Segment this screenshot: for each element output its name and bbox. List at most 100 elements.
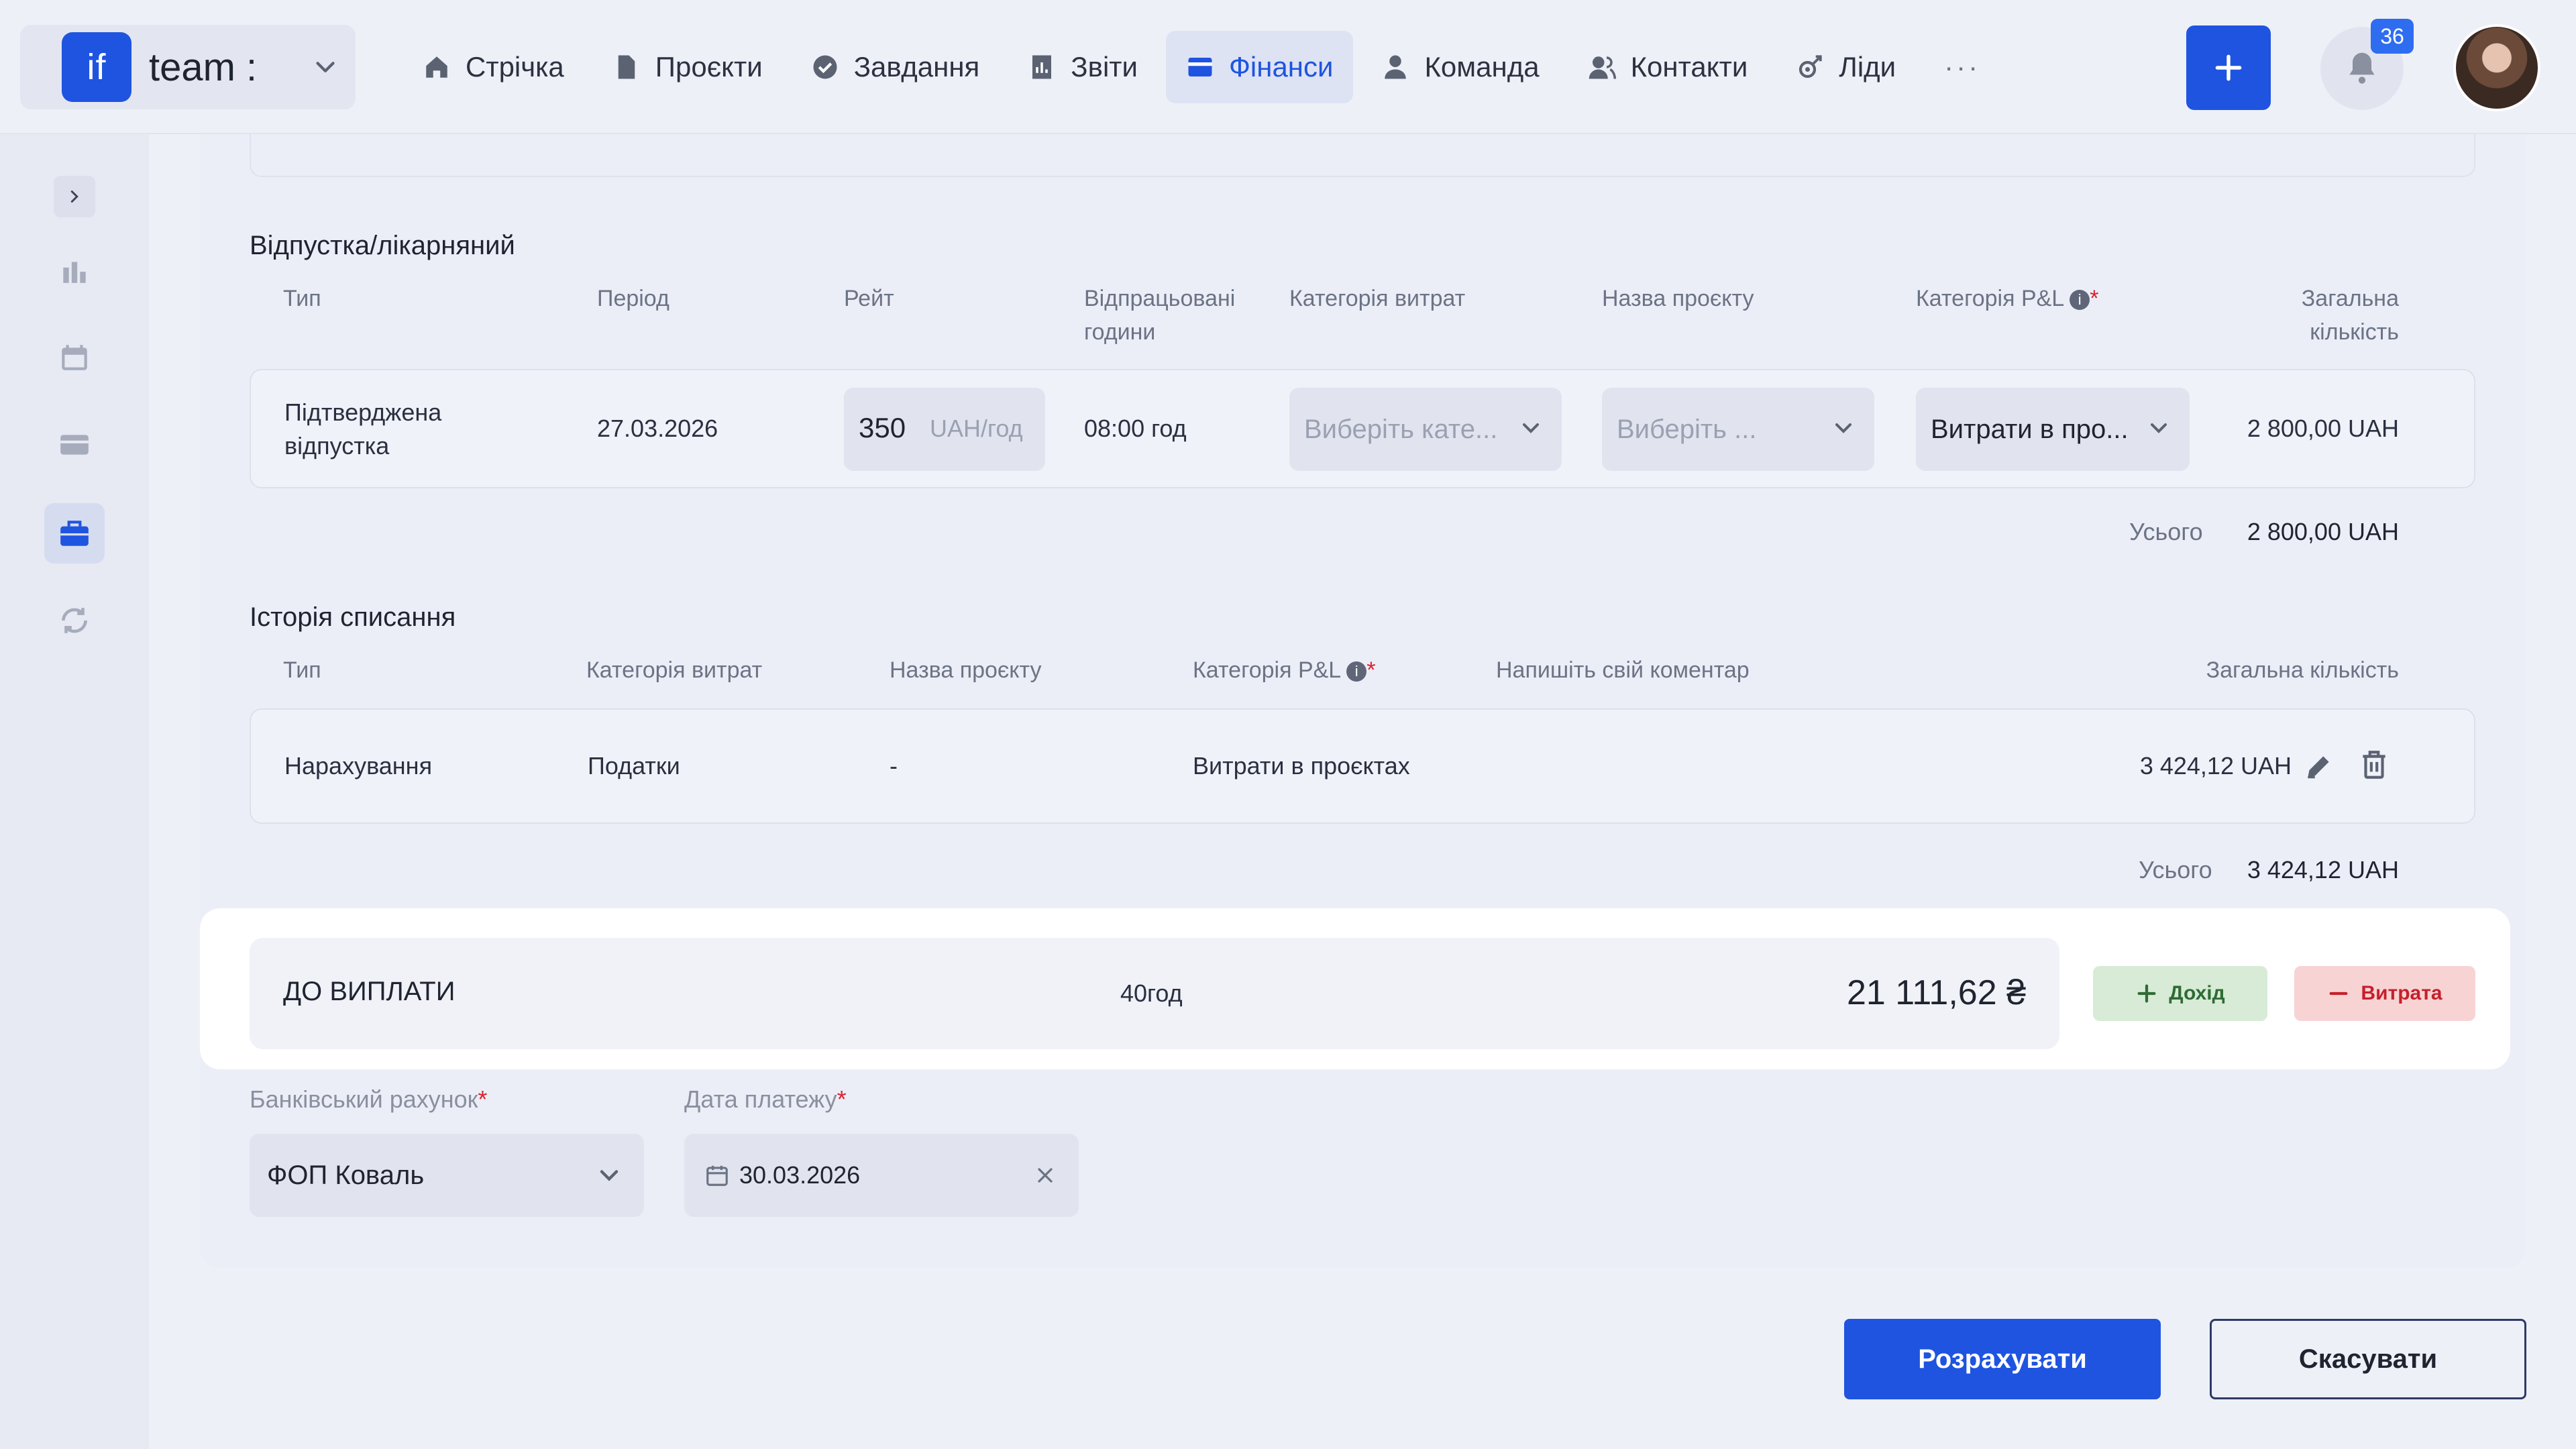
sidebar-item-analytics[interactable] bbox=[44, 240, 105, 301]
nav-item-team[interactable]: Команда bbox=[1361, 31, 1559, 103]
sidebar-item-calendar[interactable] bbox=[44, 327, 105, 388]
add-income-button[interactable]: Дохід bbox=[2093, 966, 2267, 1021]
col-expense-category: Категорія витрат bbox=[1289, 286, 1466, 311]
contacts-icon bbox=[1589, 56, 1616, 79]
payment-date-value: 30.03.2026 bbox=[739, 1161, 861, 1189]
info-icon[interactable]: i bbox=[2070, 290, 2090, 311]
trash-icon[interactable] bbox=[2357, 748, 2391, 782]
required-marker: * bbox=[1366, 657, 1376, 683]
chevron-down-icon bbox=[2151, 423, 2167, 433]
team-switcher[interactable]: if team : bbox=[20, 25, 356, 109]
user-icon bbox=[1385, 55, 1407, 79]
chevron-right-icon bbox=[70, 191, 78, 203]
writeoff-total: 3 424,12 UAH bbox=[2139, 752, 2292, 780]
col-total: Загальна кількість bbox=[2206, 657, 2399, 683]
col-total-line2: кількість bbox=[2310, 319, 2399, 345]
previous-section-box bbox=[250, 127, 2475, 177]
expense-category-placeholder: Виберіть кате... bbox=[1304, 414, 1498, 444]
pl-category-value: Витрати в про... bbox=[1931, 414, 2129, 444]
expense-label: Витрата bbox=[2361, 982, 2443, 1004]
nav-label: Звіти bbox=[1071, 51, 1138, 83]
sidebar-expand-button[interactable] bbox=[54, 176, 95, 217]
col-period: Період bbox=[597, 286, 669, 311]
payment-date-label: Дата платежу* bbox=[684, 1085, 847, 1114]
nav-item-projects[interactable]: Проєкти bbox=[592, 31, 783, 103]
col-total: Загальна кількість bbox=[2207, 282, 2399, 349]
col-pl-label: Категорія P&L bbox=[1193, 657, 1342, 683]
col-project-name: Назва проєкту bbox=[890, 657, 1042, 683]
nav-item-contacts[interactable]: Контакти bbox=[1568, 31, 1768, 103]
required-marker: * bbox=[837, 1085, 847, 1113]
top-bar: if team : Стрічка Проєкти Завдання Звіти… bbox=[0, 0, 2576, 134]
vacation-type: Підтверджена відпустка bbox=[284, 396, 441, 463]
rate-input[interactable]: 350 UAH/год bbox=[844, 388, 1045, 471]
avatar[interactable] bbox=[2453, 24, 2540, 111]
report-icon bbox=[1032, 55, 1052, 79]
sidebar-item-sync[interactable] bbox=[44, 590, 105, 651]
home-icon bbox=[426, 56, 447, 78]
chevron-down-icon bbox=[1835, 423, 1851, 433]
vacation-section-title: Відпустка/лікарняний bbox=[250, 231, 515, 260]
writeoff-sum-label: Усього bbox=[2139, 856, 2212, 883]
vacation-type-line2: відпустка bbox=[284, 432, 390, 460]
nav-item-leads[interactable]: Ліди bbox=[1776, 31, 1916, 103]
pl-category-select[interactable]: Витрати в про... bbox=[1916, 388, 2190, 471]
briefcase-icon bbox=[60, 521, 89, 546]
nav-item-reports[interactable]: Звіти bbox=[1008, 31, 1158, 103]
vacation-hours: 08:00 год bbox=[1084, 415, 1187, 442]
main-nav: Стрічка Проєкти Завдання Звіти Фінанси К… bbox=[402, 31, 2000, 103]
cancel-button[interactable]: Скасувати bbox=[2210, 1319, 2526, 1399]
chevron-down-icon bbox=[316, 62, 335, 72]
add-expense-button[interactable]: Витрата bbox=[2294, 966, 2475, 1021]
col-hours: Відпрацьовані години bbox=[1084, 282, 1235, 349]
nav-label: Стрічка bbox=[466, 51, 564, 83]
required-marker: * bbox=[478, 1085, 488, 1113]
col-expense-category: Категорія витрат bbox=[586, 657, 763, 683]
writeoff-project-name: - bbox=[890, 752, 898, 780]
col-comment: Напишіть свій коментар bbox=[1496, 657, 1750, 683]
wallet-icon bbox=[1188, 58, 1212, 76]
bell-icon bbox=[2349, 52, 2375, 84]
more-nav-button[interactable]: ··· bbox=[1924, 51, 2000, 83]
payment-date-input[interactable]: 30.03.2026 bbox=[684, 1134, 1079, 1217]
vacation-sum-label: Усього bbox=[2129, 518, 2203, 545]
calendar-icon bbox=[706, 1165, 728, 1186]
sidebar-item-payroll[interactable] bbox=[44, 503, 105, 564]
col-rate: Рейт bbox=[844, 286, 894, 311]
payment-date-label-text: Дата платежу bbox=[684, 1085, 837, 1113]
col-pl-category: Категорія P&L i * bbox=[1193, 653, 1375, 687]
rate-value: 350 bbox=[859, 412, 906, 443]
project-select[interactable]: Виберіть ... bbox=[1602, 388, 1874, 471]
close-icon[interactable] bbox=[1033, 1163, 1057, 1187]
sidebar-item-payments[interactable] bbox=[44, 415, 105, 475]
rate-unit: UAH/год bbox=[930, 415, 1023, 442]
file-icon bbox=[618, 55, 635, 79]
vacation-sum-value: 2 800,00 UAH bbox=[2247, 518, 2399, 545]
pencil-icon[interactable] bbox=[2302, 749, 2336, 783]
writeoff-sum-value: 3 424,12 UAH bbox=[2247, 856, 2399, 883]
info-icon[interactable]: i bbox=[1346, 661, 1367, 682]
create-button[interactable] bbox=[2186, 25, 2271, 110]
bank-account-select[interactable]: ФОП Коваль bbox=[250, 1134, 644, 1217]
col-type: Тип bbox=[283, 286, 321, 311]
nav-label: Ліди bbox=[1839, 51, 1896, 83]
calculate-button[interactable]: Розрахувати bbox=[1844, 1319, 2161, 1399]
vacation-total: 2 800,00 UAH bbox=[2247, 415, 2399, 442]
expense-category-select[interactable]: Виберіть кате... bbox=[1289, 388, 1562, 471]
team-name: team : bbox=[149, 45, 258, 89]
col-total-line1: Загальна bbox=[2301, 286, 2399, 311]
calendar-icon bbox=[62, 345, 87, 370]
app-logo: if bbox=[62, 32, 131, 102]
nav-item-tasks[interactable]: Завдання bbox=[791, 31, 1000, 103]
vacation-period: 27.03.2026 bbox=[597, 415, 718, 442]
bank-account-label: Банківський рахунок* bbox=[250, 1085, 487, 1114]
minus-icon bbox=[2329, 991, 2348, 996]
payout-summary: ДО ВИПЛАТИ 40год 21 111,62 ₴ bbox=[250, 938, 2059, 1049]
income-label: Дохід bbox=[2169, 982, 2225, 1004]
nav-label: Завдання bbox=[853, 51, 980, 83]
nav-label: Фінанси bbox=[1228, 51, 1334, 83]
nav-item-finance[interactable]: Фінанси bbox=[1165, 31, 1354, 103]
col-hours-line2: години bbox=[1084, 319, 1156, 345]
notifications-badge: 36 bbox=[2371, 19, 2414, 54]
nav-item-feed[interactable]: Стрічка bbox=[402, 31, 584, 103]
